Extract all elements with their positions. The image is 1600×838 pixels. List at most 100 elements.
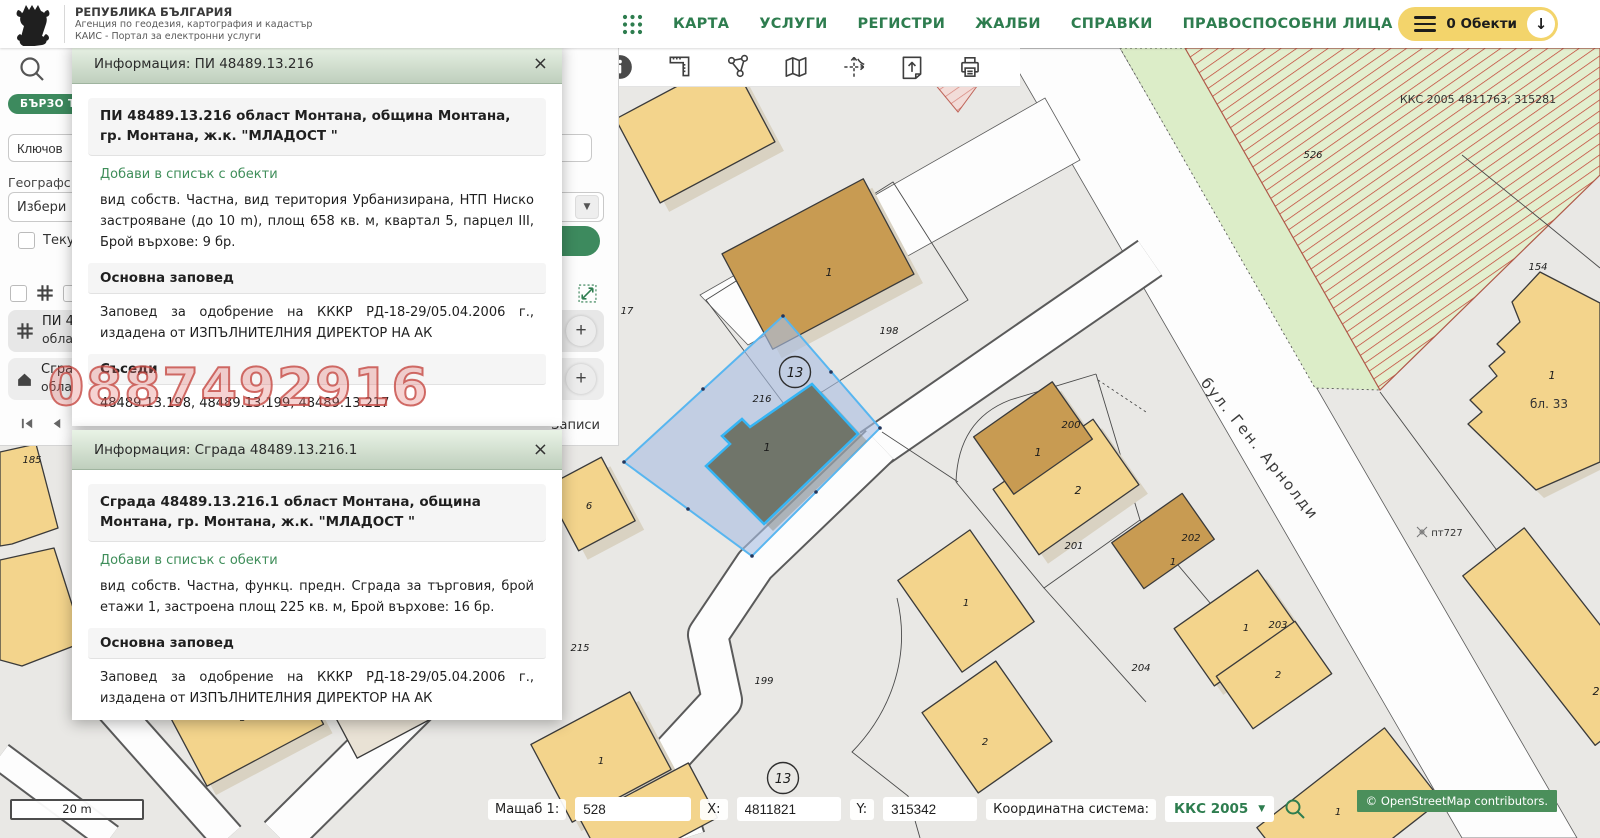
objects-count-label: 0 Обекти <box>1446 16 1517 32</box>
close-icon[interactable]: × <box>533 55 548 73</box>
nav-uslugi[interactable]: УСЛУГИ <box>759 16 827 32</box>
crs-label: Координатна система: <box>986 799 1156 820</box>
popup-header[interactable]: Информация: ПИ 48489.13.216 × <box>72 44 562 84</box>
zoom-extent-icon[interactable] <box>578 284 597 307</box>
x-input[interactable] <box>737 797 841 821</box>
svg-text:202: 202 <box>1181 533 1200 544</box>
geo-label: Географс <box>8 175 71 190</box>
top-header: РЕПУБЛИКА БЪЛГАРИЯ Агенция по геодезия, … <box>0 0 1600 48</box>
svg-text:526: 526 <box>1303 150 1322 161</box>
svg-text:6: 6 <box>586 501 592 512</box>
app: ККС 2005 4811763, 315281 526 154 1 бл. 33 2 пт… <box>0 0 1600 838</box>
nav-zhalbi[interactable]: ЖАЛБИ <box>975 16 1041 32</box>
y-label: Y: <box>850 799 875 820</box>
parcel-heading: ПИ 48489.13.216 област Монтана, община М… <box>88 98 546 156</box>
org-title-block: РЕПУБЛИКА БЪЛГАРИЯ Агенция по геодезия, … <box>64 5 312 43</box>
svg-text:154: 154 <box>1528 262 1547 273</box>
nav-karta[interactable]: КАРТА <box>673 16 729 32</box>
org-portal: КАИС - Портал за електронни услуги <box>75 31 312 43</box>
grid-icon <box>16 322 34 340</box>
svg-text:13: 13 <box>787 366 804 381</box>
add-to-list-link[interactable]: Добави в списък с обекти <box>100 167 534 182</box>
order-section-header: Основна заповед <box>88 628 546 659</box>
osm-attribution[interactable]: © OpenStreetMap contributors. <box>1357 790 1557 812</box>
svg-text:13: 13 <box>775 772 792 787</box>
x-label: X: <box>700 799 727 820</box>
org-agency: Агенция по геодезия, картография и кадас… <box>75 19 312 31</box>
close-icon[interactable]: × <box>533 441 548 459</box>
svg-text:2: 2 <box>982 737 988 748</box>
house-icon <box>16 371 33 388</box>
nav-spravki[interactable]: СПРАВКИ <box>1071 16 1153 32</box>
search-icon[interactable] <box>17 54 47 88</box>
svg-text:ККС 2005 4811763, 315281: ККС 2005 4811763, 315281 <box>1400 93 1556 106</box>
svg-text:2: 2 <box>1593 685 1600 698</box>
neighbors-list[interactable]: 48489.13.198, 48489.13.199, 48489.13.217 <box>100 393 534 414</box>
svg-text:203: 203 <box>1268 620 1287 631</box>
svg-text:2: 2 <box>1075 484 1082 497</box>
svg-text:215: 215 <box>570 643 589 654</box>
org-name: РЕПУБЛИКА БЪЛГАРИЯ <box>75 5 312 19</box>
map-scale-bar: 20 m <box>10 799 144 820</box>
print-icon[interactable] <box>956 53 984 81</box>
order-section-header: Основна заповед <box>88 263 546 294</box>
parcel-description: вид собств. Частна, вид територия Урбани… <box>100 190 534 253</box>
export-icon[interactable] <box>898 53 926 81</box>
map-statusbar: Мащаб 1: X: Y: Координатна система: ККС … <box>488 796 1307 822</box>
coat-of-arms-logo[interactable] <box>12 2 54 46</box>
svg-text:1: 1 <box>1035 446 1042 459</box>
svg-text:200: 200 <box>1061 420 1080 431</box>
crs-select[interactable]: ККС 2005 ▼ <box>1165 796 1274 822</box>
download-icon[interactable]: ↓ <box>1527 10 1555 38</box>
apps-grid-icon[interactable] <box>622 14 643 35</box>
add-to-list-link[interactable]: Добави в списък с обекти <box>100 553 534 568</box>
svg-text:198: 198 <box>879 326 898 337</box>
prev-page-icon[interactable] <box>49 416 64 435</box>
svg-text:1: 1 <box>1335 807 1341 818</box>
svg-text:185: 185 <box>22 455 41 466</box>
share-topology-icon[interactable] <box>724 53 752 81</box>
svg-text:204: 204 <box>1131 663 1150 674</box>
map-sheets-icon[interactable] <box>782 53 810 81</box>
nav-pravosposobni-litsa[interactable]: ПРАВОСПОСОБНИ ЛИЦА <box>1183 16 1393 32</box>
first-page-icon[interactable] <box>20 416 35 435</box>
order-text: Заповед за одобрение на КККР РД-18-29/05… <box>100 667 534 709</box>
scale-input[interactable] <box>575 797 691 821</box>
checkbox-icon[interactable] <box>10 285 27 302</box>
popup-title: Информация: ПИ 48489.13.216 <box>94 56 314 72</box>
svg-text:пт727: пт727 <box>1431 528 1462 539</box>
info-popup-parcel: Информация: ПИ 48489.13.216 × ПИ 48489.1… <box>72 44 562 426</box>
popup-header[interactable]: Информация: Сграда 48489.13.216.1 × <box>72 430 562 470</box>
svg-text:1: 1 <box>764 441 771 454</box>
chevron-down-icon: ▼ <box>1258 804 1265 814</box>
svg-text:1: 1 <box>1170 557 1176 568</box>
building-heading: Сграда 48489.13.216.1 област Монтана, об… <box>88 484 546 542</box>
add-object-button[interactable]: + <box>566 316 596 346</box>
geo-select-value: Избери <box>17 200 66 215</box>
nav-registri[interactable]: РЕГИСТРИ <box>858 16 946 32</box>
order-text: Заповед за одобрение на КККР РД-18-29/05… <box>100 302 534 344</box>
svg-text:1: 1 <box>1549 369 1556 382</box>
checkbox-icon[interactable] <box>18 232 35 249</box>
neighbors-section-header: Съседи <box>88 354 546 385</box>
building-description: вид собств. Частна, функц. предн. Сграда… <box>100 576 534 618</box>
svg-text:1: 1 <box>963 598 969 609</box>
add-object-button[interactable]: + <box>566 364 596 394</box>
objects-button[interactable]: 0 Обекти ↓ <box>1398 7 1558 41</box>
y-input[interactable] <box>883 797 977 821</box>
layer-filter-row <box>10 284 80 302</box>
info-popup-building: Информация: Сграда 48489.13.216.1 × Сгра… <box>72 430 562 720</box>
scale-label: Мащаб 1: <box>488 799 566 820</box>
chevron-down-icon[interactable]: ▼ <box>575 195 599 219</box>
crs-value: ККС 2005 <box>1174 801 1248 817</box>
svg-text:1: 1 <box>826 266 833 279</box>
svg-text:201: 201 <box>1064 541 1083 552</box>
coordinate-search-icon[interactable] <box>1283 797 1307 821</box>
measure-icon[interactable] <box>666 53 694 81</box>
svg-text:199: 199 <box>754 676 773 687</box>
coordinate-axes-icon[interactable] <box>840 53 868 81</box>
svg-text:216: 216 <box>752 394 771 405</box>
svg-text:1: 1 <box>598 756 604 767</box>
svg-text:бл. 33: бл. 33 <box>1530 397 1568 411</box>
menu-icon <box>1414 16 1436 32</box>
